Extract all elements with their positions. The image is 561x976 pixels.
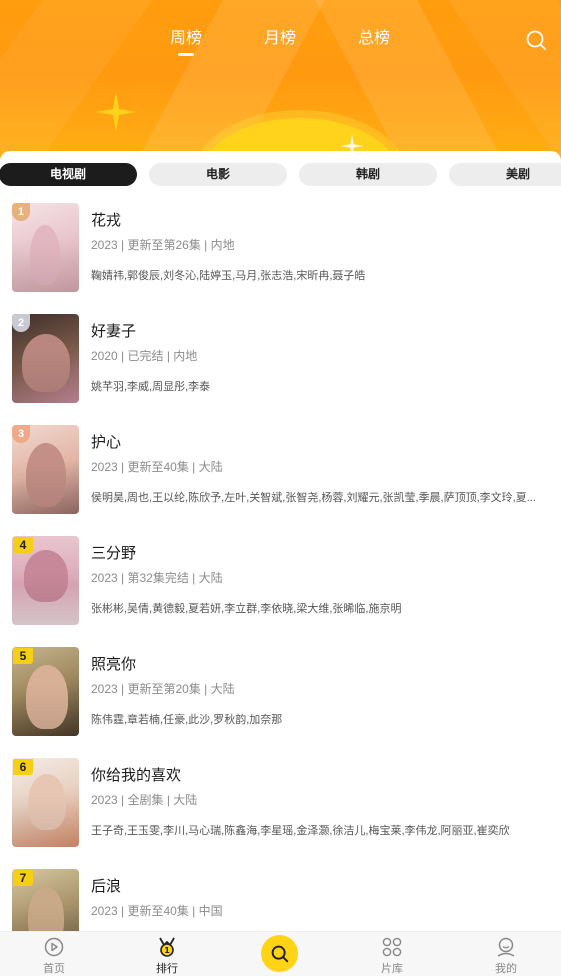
tab-label: 月榜 (263, 30, 296, 47)
chip-korean-drama[interactable]: 韩剧 (299, 163, 437, 186)
drama-cast: 陈伟霆,章若楠,任豪,此沙,罗秋韵,加奈那 (91, 714, 283, 726)
drama-meta: 2023 | 更新至40集 | 大陆 (91, 460, 223, 474)
list-item[interactable]: 6 你给我的喜欢 2023 | 全剧集 | 大陆 王子奇,王玉雯,李川,马心瑞,… (0, 758, 561, 869)
home-play-icon (44, 937, 64, 957)
center-search-button[interactable] (261, 935, 298, 972)
rank-medal-icon: 1 (159, 937, 175, 957)
list-item[interactable]: 7 后浪 2023 | 更新至40集 | 中国 (0, 869, 561, 931)
drama-meta: 2023 | 更新至第20集 | 大陆 (91, 682, 235, 696)
banner-ray (0, 0, 162, 170)
drama-meta: 2023 | 更新至第26集 | 内地 (91, 238, 235, 252)
drama-meta: 2023 | 更新至40集 | 中国 (91, 904, 223, 918)
tab-all-time[interactable]: 总榜 (344, 28, 404, 50)
poster-image: 1 (12, 203, 79, 292)
drama-cast: 王子奇,王玉雯,李川,马心瑞,陈鑫海,李星瑶,金泽灏,徐洁儿,梅宝莱,李伟龙,阿… (91, 825, 510, 837)
chip-tv-series[interactable]: 电视剧 (0, 163, 137, 186)
rank-badge: 1 (12, 203, 30, 221)
poster-image: 4 (12, 536, 79, 625)
rank-badge: 5 (13, 648, 33, 664)
list-item[interactable]: 2 好妻子 2020 | 已完结 | 内地 姚芊羽,李威,周显彤,李泰 (0, 314, 561, 425)
drama-title: 护心 (91, 434, 122, 451)
chip-us-drama[interactable]: 美剧 (449, 163, 561, 186)
rank-badge: 7 (13, 870, 33, 886)
list-item[interactable]: 3 护心 2023 | 更新至40集 | 大陆 侯明昊,周也,王以纶,陈欣予,左… (0, 425, 561, 536)
nav-ranking[interactable]: 1 排行 (127, 932, 207, 976)
poster-image: 6 (12, 758, 79, 847)
poster-image: 5 (12, 647, 79, 736)
search-icon (271, 945, 289, 963)
rank-badge: 4 (13, 537, 33, 553)
list-item[interactable]: 4 三分野 2023 | 第32集完结 | 大陆 张彬彬,吴倩,黄德毅,夏若妍,… (0, 536, 561, 647)
tab-label: 周榜 (169, 30, 202, 47)
drama-title: 你给我的喜欢 (91, 767, 182, 784)
drama-title: 三分野 (91, 545, 137, 562)
poster-image: 7 (12, 869, 79, 931)
drama-title: 好妻子 (91, 323, 137, 340)
list-item[interactable]: 5 照亮你 2023 | 更新至第20集 | 大陆 陈伟霆,章若楠,任豪,此沙,… (0, 647, 561, 758)
tab-monthly[interactable]: 月榜 (250, 28, 310, 50)
rank-badge: 6 (13, 759, 33, 775)
drama-cast: 张彬彬,吴倩,黄德毅,夏若妍,李立群,李依晓,梁大维,张晞临,施京明 (91, 603, 402, 615)
drama-meta: 2023 | 第32集完结 | 大陆 (91, 571, 223, 585)
tab-weekly[interactable]: 周榜 (156, 28, 216, 56)
nav-profile[interactable]: 我的 (466, 932, 546, 976)
chip-movies[interactable]: 电影 (149, 163, 287, 186)
nav-label: 首页 (43, 963, 65, 975)
profile-icon (497, 937, 515, 957)
nav-library[interactable]: 片库 (352, 932, 432, 976)
period-tabs: 周榜 月榜 总榜 (0, 28, 561, 58)
rank-badge: 2 (12, 314, 30, 332)
drama-cast: 鞠婧祎,郭俊辰,刘冬沁,陆婷玉,马月,张志浩,宋昕冉,聂子皓 (91, 270, 366, 282)
drama-meta: 2020 | 已完结 | 内地 (91, 349, 198, 363)
drama-title: 后浪 (91, 878, 122, 895)
category-chips: 电视剧 电影 韩剧 美剧 (0, 163, 561, 187)
tab-label: 总榜 (357, 30, 390, 47)
rank-badge: 3 (12, 425, 30, 443)
poster-image: 3 (12, 425, 79, 514)
nav-label: 我的 (495, 963, 517, 975)
ranking-panel: 电视剧 电影 韩剧 美剧 1 花戎 2023 | 更新至第26集 | 内地 鞠婧… (0, 151, 561, 931)
active-tab-indicator (178, 53, 194, 56)
drama-title: 花戎 (91, 212, 122, 229)
sparkle-icon (96, 92, 136, 132)
header-banner: 周榜 月榜 总榜 (0, 0, 561, 170)
drama-cast: 侯明昊,周也,王以纶,陈欣予,左叶,关智斌,张智尧,杨蓉,刘耀元,张凯莹,季晨,… (91, 492, 536, 504)
drama-cast: 姚芊羽,李威,周显彤,李泰 (91, 381, 211, 393)
search-icon[interactable] (525, 29, 547, 51)
svg-text:1: 1 (164, 946, 170, 955)
nav-label: 排行 (156, 963, 178, 975)
grid-library-icon (382, 937, 402, 957)
nav-label: 片库 (381, 963, 403, 975)
list-item[interactable]: 1 花戎 2023 | 更新至第26集 | 内地 鞠婧祎,郭俊辰,刘冬沁,陆婷玉… (0, 203, 561, 314)
poster-image: 2 (12, 314, 79, 403)
drama-title: 照亮你 (91, 656, 137, 673)
drama-meta: 2023 | 全剧集 | 大陆 (91, 793, 198, 807)
nav-home[interactable]: 首页 (14, 932, 94, 976)
